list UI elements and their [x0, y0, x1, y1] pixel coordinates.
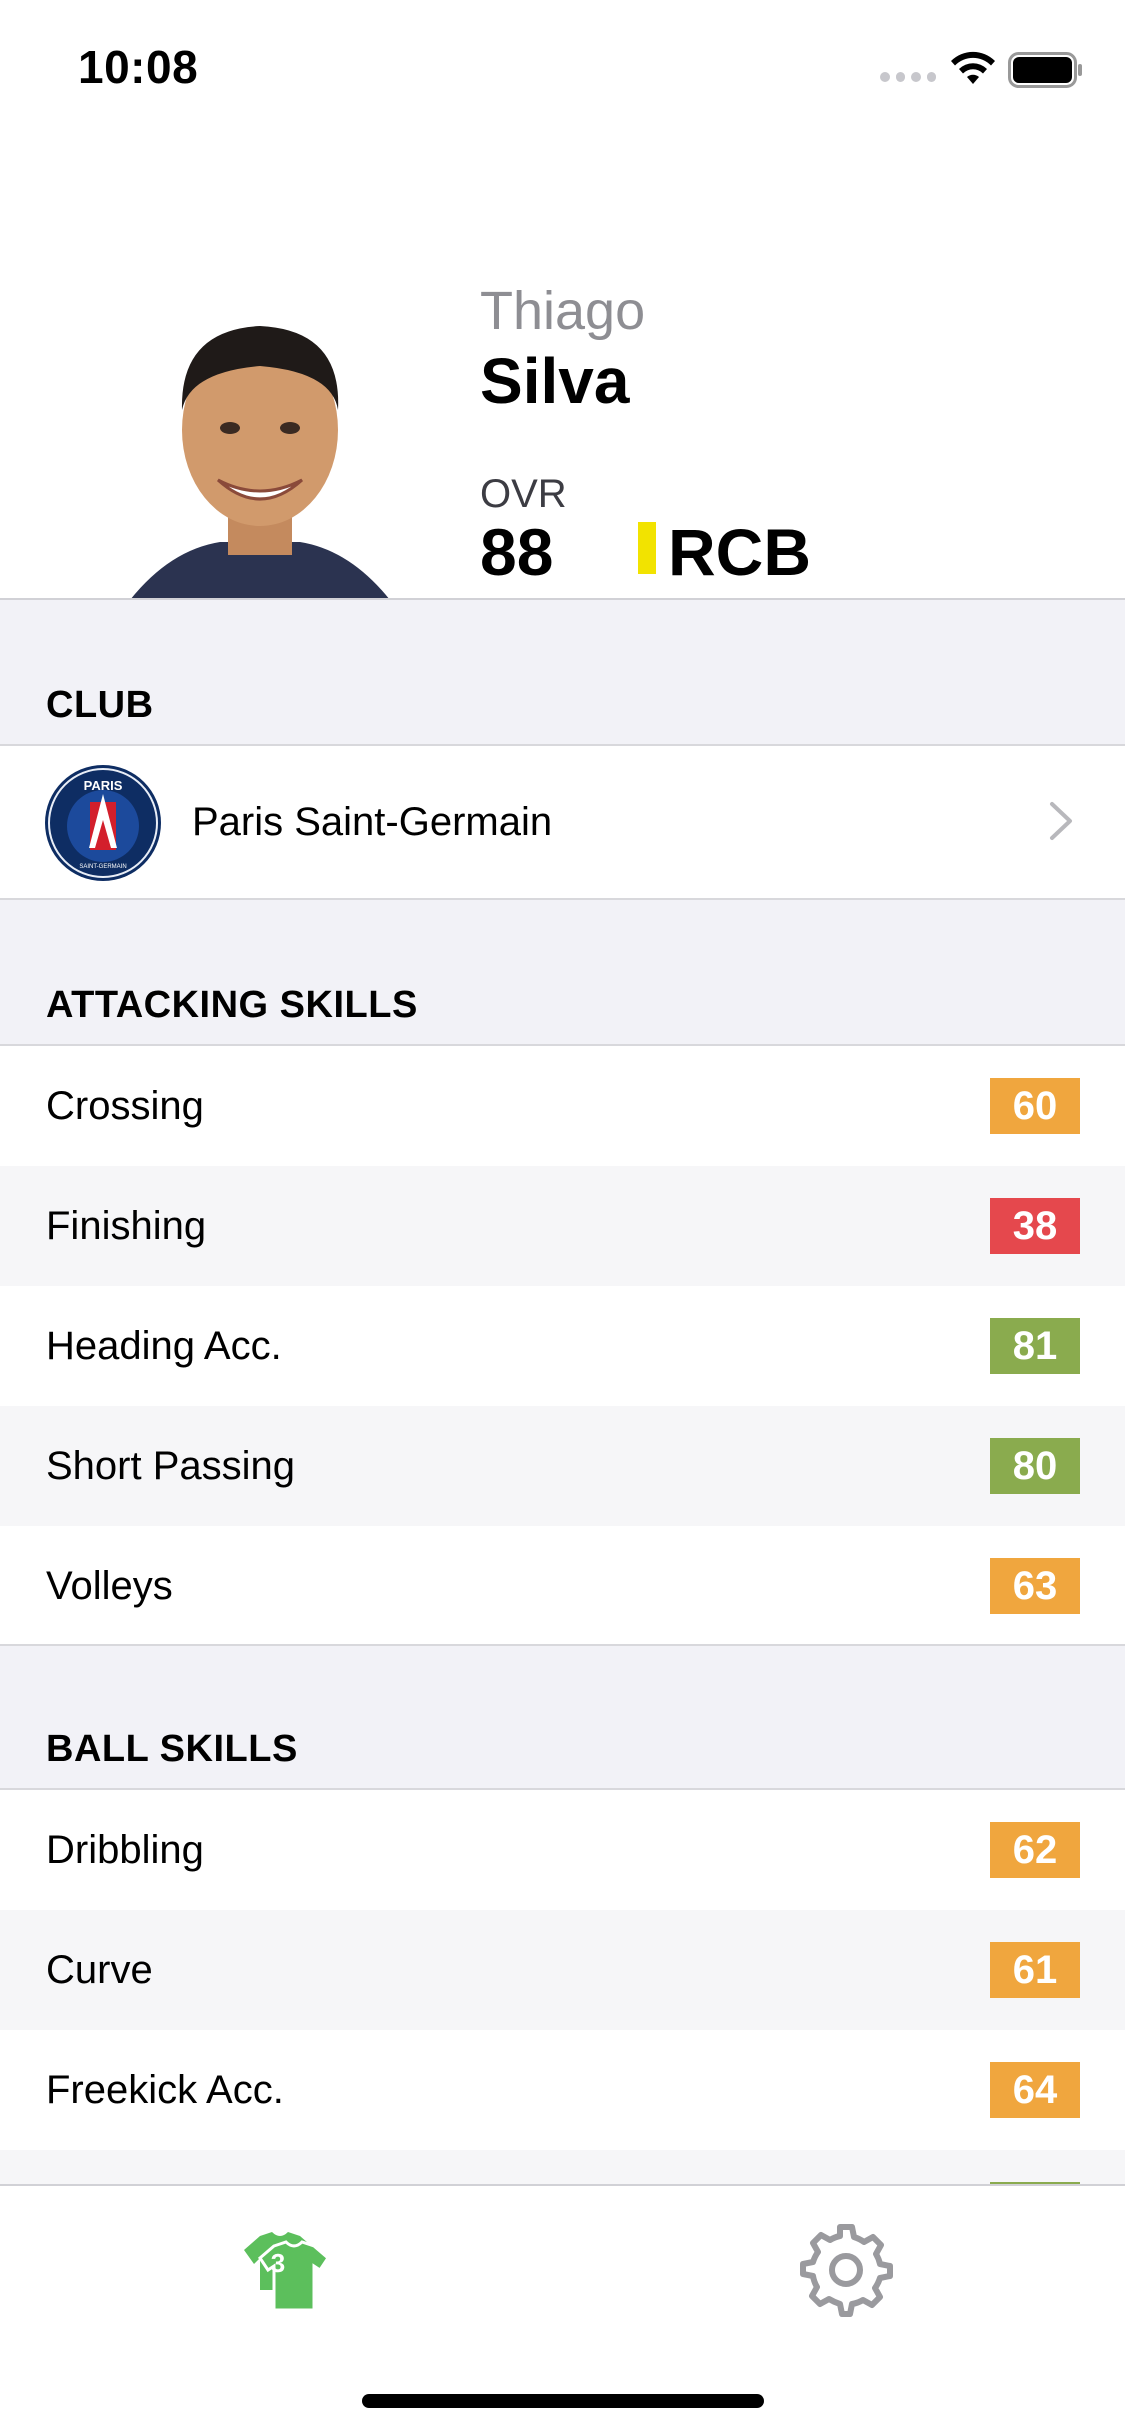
skill-value-badge: 64 — [990, 2062, 1080, 2118]
player-first-name: Thiago — [480, 281, 646, 341]
skill-value-badge: 81 — [990, 1318, 1080, 1374]
battery-icon — [1008, 52, 1082, 88]
ball-section-title: BALL SKILLS — [46, 1728, 298, 1770]
club-row[interactable]: PARIS SAINT-GERMAIN Paris Saint-Germain — [0, 746, 1125, 898]
skill-name: Short Passing — [46, 1444, 296, 1488]
tab-bar: 3 — [0, 2184, 1125, 2436]
attacking-section-title: ATTACKING SKILLS — [46, 984, 418, 1026]
status-bar: 10:08 — [0, 0, 1125, 132]
skill-name: Curve — [46, 1948, 153, 1992]
skill-row: Finishing 38 — [0, 1166, 1125, 1286]
cellular-signal-icon — [880, 72, 936, 84]
skill-name: Crossing — [46, 1084, 204, 1128]
skill-name: Heading Acc. — [46, 1324, 282, 1368]
skill-name: Volleys — [46, 1564, 173, 1608]
skill-row: Heading Acc. 81 — [0, 1286, 1125, 1406]
player-header: Thiago Silva OVR 88 RCB — [0, 132, 1125, 600]
skill-row: Crossing 60 — [0, 1046, 1125, 1166]
player-last-name: Silva — [480, 345, 630, 417]
club-logo: PARIS SAINT-GERMAIN — [45, 765, 161, 881]
skill-value-badge: 63 — [990, 1558, 1080, 1614]
player-detail-screen: 10:08 Thiago Silva OVR 88 RCB CLUB PARIS… — [0, 0, 1125, 2436]
position-color-marker — [638, 522, 656, 574]
skill-name: Freekick Acc. — [46, 2068, 284, 2112]
skill-row: Volleys 63 — [0, 1526, 1125, 1646]
skill-value-badge: 60 — [990, 1078, 1080, 1134]
jersey-icon[interactable]: 3 — [230, 2220, 330, 2320]
skill-value-badge: 80 — [990, 1438, 1080, 1494]
skill-row: Dribbling 62 — [0, 1790, 1125, 1910]
ovr-value: 88 — [480, 515, 554, 589]
skill-row: Freekick Acc. 64 — [0, 2030, 1125, 2150]
home-indicator — [362, 2394, 764, 2408]
skill-name: Dribbling — [46, 1828, 204, 1872]
club-logo-text-top: PARIS — [84, 778, 123, 793]
club-section-header: CLUB — [0, 600, 1125, 746]
position-value: RCB — [668, 515, 811, 589]
attacking-section-header: ATTACKING SKILLS — [0, 900, 1125, 1046]
wifi-icon — [951, 51, 995, 84]
skill-name: Finishing — [46, 1204, 207, 1248]
gear-icon[interactable] — [796, 2220, 896, 2320]
skill-row: Curve 61 — [0, 1910, 1125, 2030]
status-time: 10:08 — [78, 41, 199, 93]
club-section-title: CLUB — [46, 684, 154, 726]
skill-row: Short Passing 80 — [0, 1406, 1125, 1526]
player-photo — [130, 326, 390, 600]
ovr-label: OVR — [480, 472, 567, 516]
ball-section-header: BALL SKILLS — [0, 1646, 1125, 1790]
tab-bar-divider — [0, 2184, 1125, 2186]
skill-value-badge: 62 — [990, 1822, 1080, 1878]
squad-badge: 3 — [271, 2248, 285, 2278]
skill-value-badge: 38 — [990, 1198, 1080, 1254]
club-name: Paris Saint-Germain — [192, 800, 553, 844]
skill-value-badge: 61 — [990, 1942, 1080, 1998]
club-logo-text-bottom: SAINT-GERMAIN — [79, 864, 126, 870]
chevron-right-icon — [1050, 802, 1072, 840]
